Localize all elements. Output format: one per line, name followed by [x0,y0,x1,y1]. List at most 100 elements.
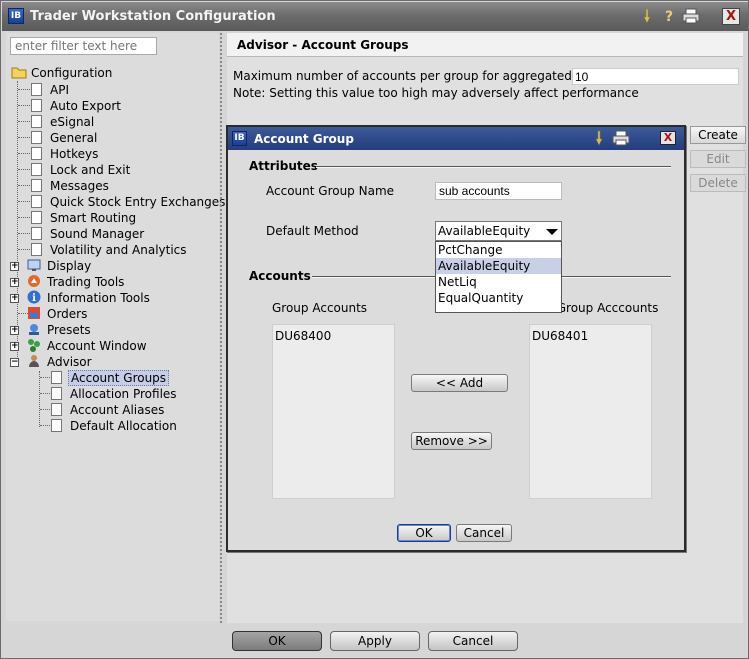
apply-button[interactable]: Apply [330,631,420,651]
create-button[interactable]: Create [690,126,746,144]
group-accounts-list[interactable]: DU68400 [272,324,395,499]
expand-icon[interactable]: + [10,262,19,271]
tree-item-allocation-profiles[interactable]: Allocation Profiles [51,386,179,402]
dialog-title: Account Group [254,132,354,146]
tree-item-api[interactable]: API [31,82,71,98]
folder-icon [11,65,27,79]
group-name-label: Account Group Name [266,184,395,198]
account-window-icon [27,338,41,352]
document-icon [31,163,42,176]
option-netliq[interactable]: NetLiq [436,274,561,290]
edit-button[interactable]: Edit [690,150,746,168]
tree-item-esignal[interactable]: eSignal [31,114,96,130]
document-icon [31,147,42,160]
svg-text:i: i [32,293,36,304]
dialog-cancel-button[interactable]: Cancel [456,524,512,542]
performance-note: Note: Setting this value too high may ad… [233,86,639,100]
window-title: Trader Workstation Configuration [30,9,276,24]
option-pctchange[interactable]: PctChange [436,242,561,258]
document-icon [31,243,42,256]
config-window: IB Trader Workstation Configuration ? X … [0,0,749,659]
ok-button[interactable]: OK [232,631,322,651]
cancel-button[interactable]: Cancel [428,631,518,651]
panel-header: Advisor - Account Groups [227,33,743,57]
non-group-accounts-list[interactable]: DU68401 [529,324,652,499]
filter-input[interactable] [10,37,157,55]
expand-icon[interactable]: + [10,278,19,287]
tree-item-volatility[interactable]: Volatility and Analytics [31,242,189,258]
tree-group-display[interactable]: Display [27,258,93,274]
expand-icon[interactable]: + [10,326,19,335]
tree-item-default-allocation[interactable]: Default Allocation [51,418,179,434]
advisor-icon [27,354,41,368]
pin-icon[interactable] [590,130,608,148]
delete-button[interactable]: Delete [690,174,746,192]
tree-label: Configuration [31,66,113,80]
panel-splitter[interactable] [220,33,224,623]
attributes-section-title: Attributes [249,159,318,173]
tree-group-advisor[interactable]: Advisor [27,354,94,370]
document-icon [31,227,42,240]
display-icon [27,258,41,272]
expand-icon[interactable]: + [10,342,19,351]
dialog-ok-button[interactable]: OK [397,524,451,542]
tree-group-information-tools[interactable]: i Information Tools [27,290,152,306]
tree-item-account-aliases[interactable]: Account Aliases [51,402,166,418]
tree-item-quick-stock-entry[interactable]: Quick Stock Entry Exchanges [31,194,227,210]
max-accounts-input[interactable] [572,68,739,85]
pin-icon[interactable] [638,8,656,26]
orders-icon [27,306,41,320]
tree-group-account-window[interactable]: Account Window [27,338,149,354]
dialog-close-icon[interactable]: X [660,131,676,145]
add-button[interactable]: << Add [411,374,508,392]
tree-group-trading-tools[interactable]: Trading Tools [27,274,126,290]
list-item[interactable]: DU68401 [530,325,651,347]
tree-group-presets[interactable]: Presets [27,322,93,338]
print-icon[interactable] [612,130,630,148]
account-group-dialog: IB Account Group X Attributes Account Gr… [226,125,686,552]
document-icon [31,195,42,208]
dialog-title-bar[interactable]: IB Account Group X [228,127,684,150]
document-icon [51,419,62,432]
document-icon [31,99,42,112]
tree-line [39,371,40,427]
expand-icon[interactable]: + [10,294,19,303]
chevron-down-icon[interactable] [546,229,558,235]
print-icon[interactable] [682,8,700,26]
tree-item-hotkeys[interactable]: Hotkeys [31,146,100,162]
presets-icon [27,322,41,336]
document-icon [31,115,42,128]
help-icon[interactable]: ? [660,8,678,26]
default-method-options[interactable]: PctChange AvailableEquity NetLiq EqualQu… [435,241,562,313]
tree-group-orders[interactable]: Orders [27,306,89,322]
option-equalquantity[interactable]: EqualQuantity [436,290,561,306]
tree-item-auto-export[interactable]: Auto Export [31,98,123,114]
list-item[interactable]: DU68400 [273,325,394,347]
document-icon [31,179,42,192]
document-icon [51,371,62,384]
tree-item-sound-manager[interactable]: Sound Manager [31,226,146,242]
group-accounts-label: Group Accounts [272,301,368,315]
tree-line [17,81,18,363]
title-bar[interactable]: IB Trader Workstation Configuration ? X [2,2,748,31]
tree-item-lock-and-exit[interactable]: Lock and Exit [31,162,132,178]
info-icon: i [27,290,41,304]
group-name-input[interactable] [435,182,562,200]
remove-button[interactable]: Remove >> [411,432,492,450]
ib-logo-icon: IB [232,131,247,146]
document-icon [31,83,42,96]
option-availableequity[interactable]: AvailableEquity [436,258,561,274]
tree-root-configuration[interactable]: Configuration [11,65,114,81]
tree-item-smart-routing[interactable]: Smart Routing [31,210,138,226]
accounts-section-title: Accounts [249,269,311,283]
close-icon[interactable]: X [722,8,740,25]
ib-logo-icon: IB [8,8,24,24]
document-icon [31,131,42,144]
document-icon [51,403,62,416]
default-method-select[interactable]: AvailableEquity [435,221,562,241]
tree-item-messages[interactable]: Messages [31,178,111,194]
collapse-icon[interactable]: − [10,358,19,367]
tree-item-general[interactable]: General [31,130,99,146]
trading-tools-icon [27,274,41,288]
tree-item-account-groups[interactable]: Account Groups [51,370,170,386]
